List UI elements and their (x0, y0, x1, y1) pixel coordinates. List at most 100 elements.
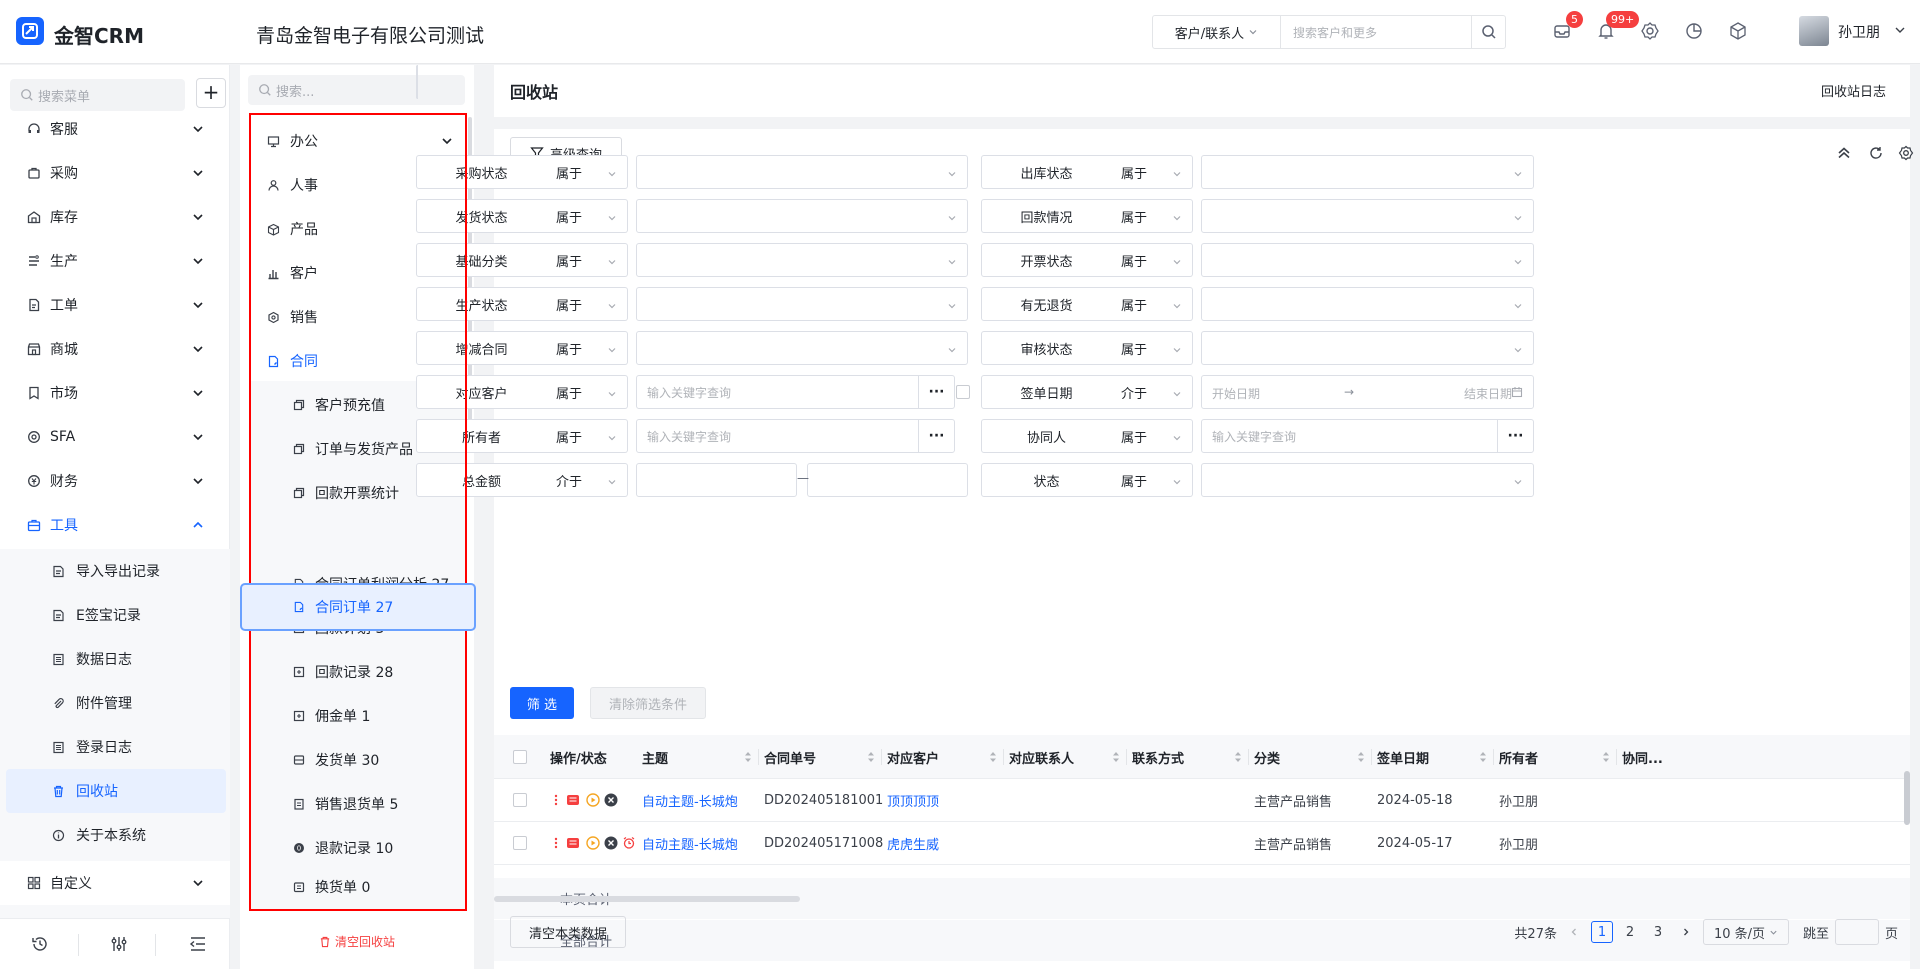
table-row[interactable]: 自动主题-长城炮 DD202405181001 顶顶顶顶 主营产品销售 2024… (494, 779, 1910, 822)
sort-icon[interactable] (1112, 750, 1120, 764)
sort-icon[interactable] (1234, 750, 1242, 764)
history-icon[interactable] (30, 934, 50, 954)
filter-value-input[interactable]: 输入关键字查询 ··· (636, 375, 955, 409)
page-size-select[interactable]: 10 条/页 (1702, 919, 1789, 945)
nav-item-customer-service[interactable]: 客服 (0, 107, 230, 151)
filter-operator-select[interactable]: 属于 (546, 287, 628, 321)
filter-value-max-input[interactable] (807, 463, 968, 497)
filter-operator-select[interactable]: 属于 (546, 375, 628, 409)
nav-item-sfa[interactable]: SFA (0, 415, 230, 459)
sub-payment-records[interactable]: 回款记录 28 (251, 650, 465, 694)
filter-value-input[interactable] (1201, 155, 1534, 189)
sub-delivery-note[interactable]: 发货单 30 (251, 738, 465, 782)
play-icon[interactable] (586, 793, 600, 807)
avatar[interactable] (1799, 16, 1829, 46)
filter-operator-select[interactable]: 属于 (1111, 331, 1193, 365)
search-type-select[interactable]: 客户/联系人 (1153, 16, 1281, 48)
filter-operator-select[interactable]: 属于 (546, 199, 628, 233)
refresh-icon[interactable] (1868, 145, 1886, 163)
filter-operator-select[interactable]: 属于 (546, 419, 628, 453)
calendar-icon[interactable] (1511, 386, 1523, 398)
row-checkbox[interactable] (513, 793, 527, 807)
filter-value-input[interactable] (636, 331, 968, 365)
play-icon[interactable] (586, 836, 600, 850)
filter-value-input[interactable] (1201, 331, 1534, 365)
filter-operator-select[interactable]: 属于 (546, 243, 628, 277)
sort-icon[interactable] (867, 750, 875, 764)
stack-icon[interactable] (566, 836, 580, 850)
sub-contract-order[interactable]: 合同订单 27 (240, 583, 476, 631)
filter-operator-select[interactable]: 属于 (1111, 243, 1193, 277)
gear-icon[interactable] (1640, 21, 1662, 43)
close-circle-icon[interactable] (604, 793, 618, 807)
col-header-collaborator[interactable]: 协同... (1622, 735, 1663, 779)
filter-operator-select[interactable]: 介于 (546, 463, 628, 497)
filter-operator-select[interactable]: 属于 (546, 155, 628, 189)
page-3[interactable]: 3 (1647, 921, 1669, 943)
collapse-up-icon[interactable] (1836, 145, 1854, 163)
nav-sub-attachments[interactable]: 附件管理 (0, 681, 230, 725)
sub-exchange[interactable]: 换货单 0 (251, 865, 465, 909)
sort-icon[interactable] (989, 750, 997, 764)
filter-value-input[interactable] (636, 155, 968, 189)
bell-icon[interactable]: 99+ (1596, 11, 1640, 43)
filter-value-input[interactable]: 输入关键字查询 ··· (1201, 419, 1534, 453)
gear-icon[interactable] (1898, 145, 1916, 163)
more-options-icon[interactable]: ··· (918, 376, 954, 408)
sub-sales-return[interactable]: 销售退货单 5 (251, 782, 465, 826)
more-options-icon[interactable]: ··· (1497, 420, 1533, 452)
filter-value-input[interactable]: 输入关键字查询 ··· (636, 419, 955, 453)
filter-value-input[interactable] (1201, 199, 1534, 233)
alarm-icon[interactable] (622, 836, 636, 850)
nav-sub-login-log[interactable]: 登录日志 (0, 725, 230, 769)
col-header-contact[interactable]: 对应联系人 (1009, 735, 1074, 779)
next-page-icon[interactable] (1675, 921, 1697, 943)
col-header-sign-date[interactable]: 签单日期 (1377, 735, 1429, 779)
sort-icon[interactable] (1357, 750, 1365, 764)
module-search-input[interactable]: 搜索... (248, 75, 465, 105)
filter-operator-select[interactable]: 属于 (1111, 199, 1193, 233)
nav-sub-import-export[interactable]: 导入导出记录 (0, 549, 230, 593)
sort-icon[interactable] (744, 750, 752, 764)
nav-item-work-order[interactable]: 工单 (0, 283, 230, 327)
more-icon[interactable] (554, 793, 558, 807)
nav-sub-data-log[interactable]: 数据日志 (0, 637, 230, 681)
clear-category-data-button[interactable]: 清空本类数据 (510, 916, 626, 948)
app-title[interactable]: 金智CRM (54, 20, 144, 49)
cell-subject[interactable]: 自动主题-长城炮 (642, 822, 738, 865)
column-divider[interactable] (1003, 749, 1004, 765)
cube-icon[interactable] (1728, 21, 1750, 43)
column-divider[interactable] (1248, 749, 1249, 765)
clear-filters-button[interactable]: 清除筛选条件 (590, 687, 706, 719)
message-icon[interactable]: 5 (1552, 11, 1583, 43)
nav-item-finance[interactable]: 财务 (0, 459, 230, 503)
filter-button[interactable]: 筛 选 (510, 687, 574, 719)
sort-icon[interactable] (1602, 750, 1610, 764)
row-checkbox[interactable] (513, 836, 527, 850)
sub-refund-records[interactable]: 0 退款记录 10 (251, 826, 465, 870)
empty-recycle-bin-link[interactable]: 清空回收站 (240, 933, 474, 950)
search-icon[interactable] (1471, 16, 1505, 48)
filter-operator-select[interactable]: 属于 (1111, 419, 1193, 453)
filter-value-input[interactable] (1201, 463, 1534, 497)
nav-item-purchase[interactable]: 采购 (0, 151, 230, 195)
column-divider[interactable] (881, 749, 882, 765)
sort-icon[interactable] (1479, 750, 1487, 764)
filter-value-input[interactable] (636, 463, 797, 497)
cell-customer[interactable]: 虎虎生威 (887, 822, 939, 865)
recycle-log-link[interactable]: 回收站日志 (1821, 81, 1886, 100)
column-divider[interactable] (1371, 749, 1372, 765)
sub-commission[interactable]: 佣金单 1 (251, 694, 465, 738)
filter-value-input[interactable] (636, 287, 968, 321)
filter-operator-select[interactable]: 属于 (1111, 463, 1193, 497)
prev-page-icon[interactable] (1563, 921, 1585, 943)
pie-chart-icon[interactable] (1684, 21, 1706, 43)
filter-value-input[interactable]: 开始日期 → 结束日期 (1201, 375, 1534, 409)
collapse-menu-icon[interactable] (188, 934, 208, 954)
filter-value-input[interactable] (1201, 287, 1534, 321)
nav-item-mall[interactable]: 商城 (0, 327, 230, 371)
filter-operator-select[interactable]: 属于 (1111, 155, 1193, 189)
close-circle-icon[interactable] (604, 836, 618, 850)
nav-sub-recycle-bin[interactable]: 回收站 (6, 769, 226, 813)
filter-value-input[interactable] (1201, 243, 1534, 277)
